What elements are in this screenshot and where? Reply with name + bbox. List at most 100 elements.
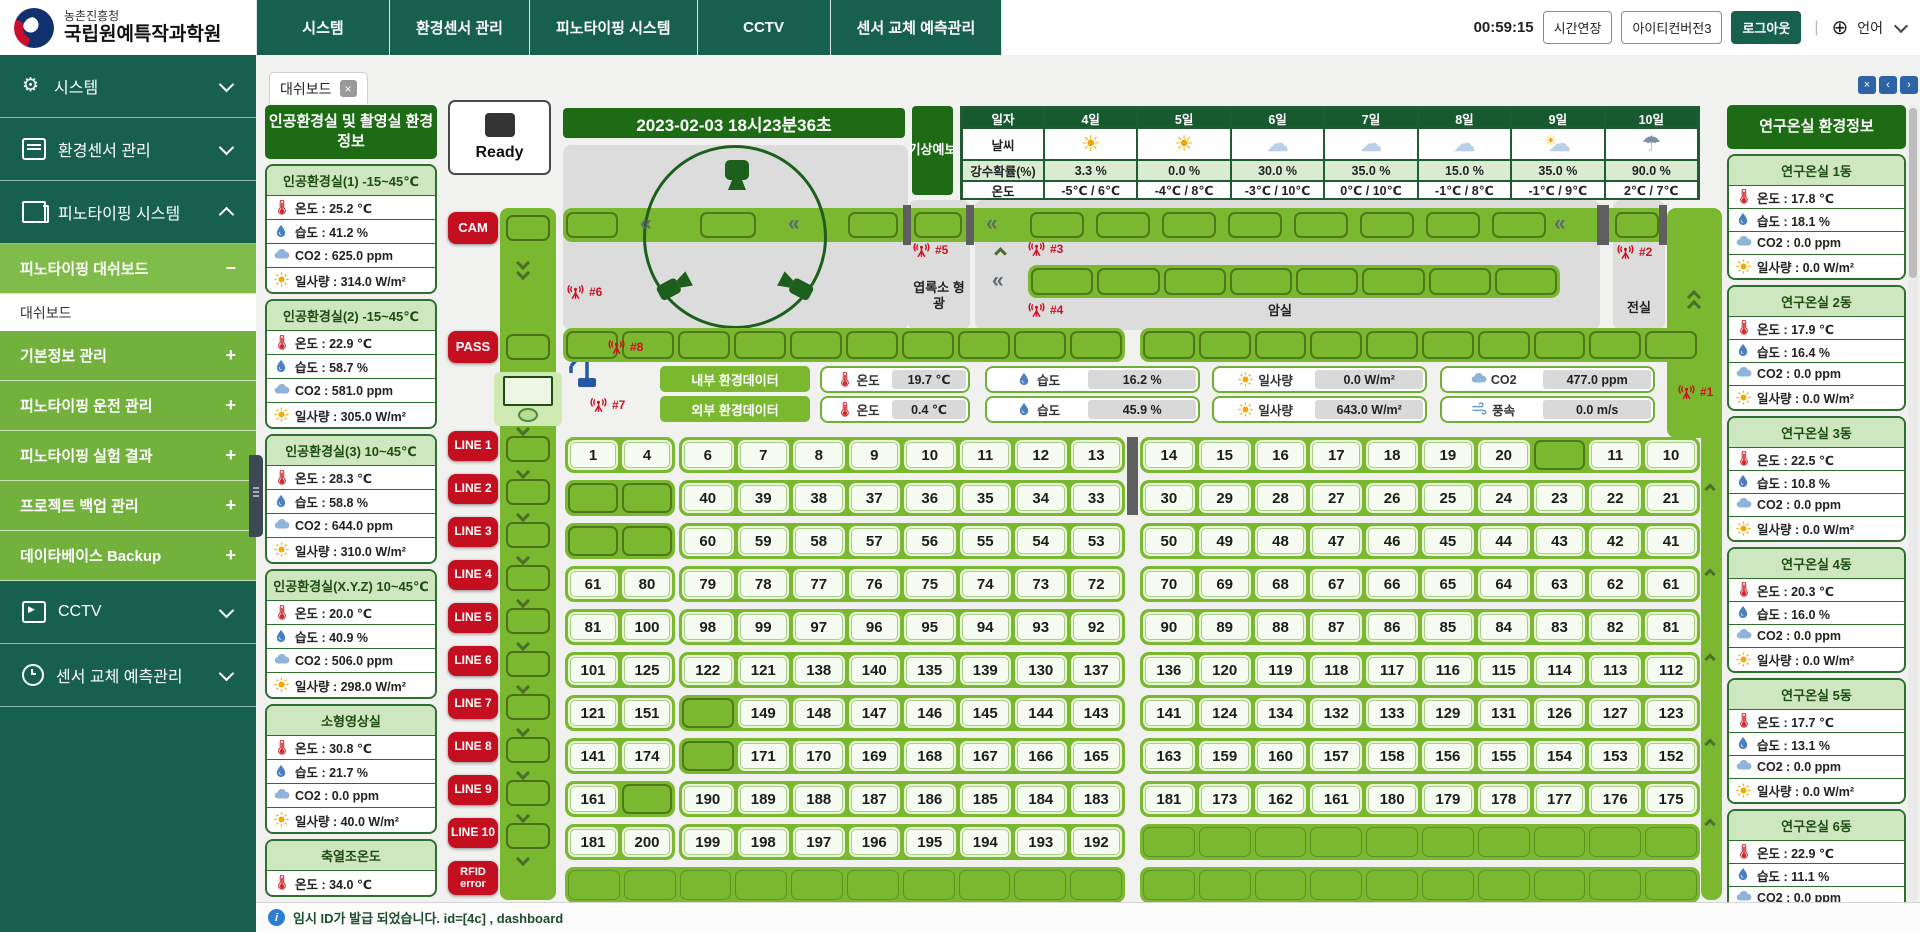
pot-cell[interactable]: 97 — [793, 612, 845, 642]
pot-cell[interactable]: 24 — [1478, 483, 1530, 513]
pot-cell[interactable]: 143 — [1071, 698, 1123, 728]
line-button-line-10[interactable]: LINE 10 — [448, 818, 498, 848]
pot-cell[interactable]: 186 — [904, 784, 956, 814]
pot-cell[interactable]: 21 — [1645, 483, 1697, 513]
sidebar-subitem-9[interactable]: 데이타베이스 Backup+ — [0, 531, 256, 581]
sidebar-subitem-5[interactable]: 기본정보 관리+ — [0, 331, 256, 381]
pot-cell[interactable]: 68 — [1255, 569, 1307, 599]
pot-cell[interactable]: 67 — [1310, 569, 1362, 599]
pot-cell[interactable]: 53 — [1071, 526, 1123, 556]
pot-cell[interactable]: 117 — [1366, 655, 1418, 685]
pot-cell[interactable]: 73 — [1015, 569, 1067, 599]
pot-cell[interactable]: 69 — [1199, 569, 1251, 599]
pot-cell[interactable]: 167 — [960, 741, 1012, 771]
pot-cell[interactable]: 58 — [793, 526, 845, 556]
sidebar-item-11[interactable]: 센서 교체 예측관리 — [0, 644, 256, 707]
pot-cell[interactable]: 28 — [1255, 483, 1307, 513]
line-button-line-3[interactable]: LINE 3 — [448, 517, 498, 547]
pot-cell[interactable]: 23 — [1534, 483, 1586, 513]
pot-cell[interactable]: 13 — [1071, 440, 1123, 470]
pot-cell[interactable]: 174 — [622, 741, 672, 771]
pot-cell[interactable]: 42 — [1589, 526, 1641, 556]
pot-cell[interactable]: 9 — [849, 440, 901, 470]
pot-cell[interactable]: 123 — [1645, 698, 1697, 728]
pot-cell[interactable]: 139 — [960, 655, 1012, 685]
pot-cell[interactable]: 87 — [1310, 612, 1362, 642]
pot-cell[interactable]: 15 — [1199, 440, 1251, 470]
pot-cell[interactable]: 60 — [682, 526, 734, 556]
account-button[interactable]: 아이티컨버전3 — [1621, 11, 1722, 44]
pot-cell[interactable]: 195 — [904, 827, 956, 857]
pot-cell[interactable]: 119 — [1255, 655, 1307, 685]
pot-cell[interactable]: 96 — [849, 612, 901, 642]
pot-cell[interactable]: 61 — [1645, 569, 1697, 599]
pot-cell[interactable]: 175 — [1645, 784, 1697, 814]
next-tab-icon[interactable]: › — [1900, 76, 1918, 94]
pot-cell[interactable]: 146 — [904, 698, 956, 728]
pot-cell[interactable]: 93 — [1015, 612, 1067, 642]
line-button-line-2[interactable]: LINE 2 — [448, 474, 498, 504]
line-button-line-4[interactable]: LINE 4 — [448, 560, 498, 590]
pot-cell[interactable]: 179 — [1422, 784, 1474, 814]
pot-cell[interactable]: 82 — [1589, 612, 1641, 642]
pot-cell[interactable]: 25 — [1422, 483, 1474, 513]
pot-cell[interactable]: 19 — [1422, 440, 1474, 470]
pot-cell[interactable]: 20 — [1478, 440, 1530, 470]
pot-cell[interactable]: 65 — [1422, 569, 1474, 599]
pot-cell[interactable]: 197 — [793, 827, 845, 857]
pot-cell[interactable]: 188 — [793, 784, 845, 814]
pot-cell[interactable]: 126 — [1534, 698, 1586, 728]
pot-cell[interactable]: 81 — [568, 612, 618, 642]
pot-cell[interactable]: 125 — [622, 655, 672, 685]
pot-cell[interactable]: 41 — [1645, 526, 1697, 556]
chevron-down-icon[interactable] — [1894, 19, 1908, 33]
pot-cell[interactable]: 95 — [904, 612, 956, 642]
pot-cell[interactable]: 134 — [1255, 698, 1307, 728]
line-button-line-6[interactable]: LINE 6 — [448, 646, 498, 676]
pot-cell[interactable]: 83 — [1534, 612, 1586, 642]
sidebar-subitem-8[interactable]: 프로젝트 백업 관리+ — [0, 481, 256, 531]
pot-cell[interactable]: 169 — [849, 741, 901, 771]
pot-cell[interactable]: 72 — [1071, 569, 1123, 599]
pot-cell[interactable]: 173 — [1199, 784, 1251, 814]
pot-cell[interactable]: 192 — [1071, 827, 1123, 857]
scrollbar-thumb[interactable] — [1909, 108, 1917, 278]
pot-cell[interactable]: 114 — [1534, 655, 1586, 685]
pot-cell[interactable]: 40 — [682, 483, 734, 513]
pot-cell[interactable]: 6 — [682, 440, 734, 470]
pot-cell[interactable]: 183 — [1071, 784, 1123, 814]
pot-cell[interactable]: 176 — [1589, 784, 1641, 814]
pot-cell[interactable]: 157 — [1310, 741, 1362, 771]
pot-cell[interactable]: 189 — [738, 784, 790, 814]
sidebar-item-10[interactable]: CCTV — [0, 581, 256, 644]
pot-cell[interactable]: 187 — [849, 784, 901, 814]
line-button-line-1[interactable]: LINE 1 — [448, 431, 498, 461]
pot-cell[interactable]: 7 — [738, 440, 790, 470]
pot-cell[interactable]: 161 — [1310, 784, 1362, 814]
pot-cell[interactable]: 56 — [904, 526, 956, 556]
pot-cell[interactable]: 112 — [1645, 655, 1697, 685]
pot-cell[interactable]: 141 — [568, 741, 618, 771]
pot-cell[interactable]: 151 — [622, 698, 672, 728]
pot-cell[interactable]: 61 — [568, 569, 618, 599]
pot-cell[interactable]: 136 — [1143, 655, 1195, 685]
pot-cell[interactable]: 78 — [738, 569, 790, 599]
pot-cell[interactable]: 45 — [1422, 526, 1474, 556]
pot-cell[interactable]: 101 — [568, 655, 618, 685]
pot-cell[interactable]: 122 — [682, 655, 734, 685]
pot-cell[interactable]: 50 — [1143, 526, 1195, 556]
sidebar-subitem-7[interactable]: 피노타이핑 실험 결과+ — [0, 431, 256, 481]
nav-item-5[interactable]: 센서 교체 예측관리 — [831, 0, 1003, 55]
sidebar-subitem-3[interactable]: 피노타이핑 대쉬보드− — [0, 244, 256, 294]
pot-cell[interactable]: 159 — [1199, 741, 1251, 771]
pot-cell[interactable]: 44 — [1478, 526, 1530, 556]
pot-cell[interactable]: 170 — [793, 741, 845, 771]
pot-cell[interactable]: 177 — [1534, 784, 1586, 814]
pot-cell[interactable]: 185 — [960, 784, 1012, 814]
pot-cell[interactable]: 80 — [622, 569, 672, 599]
nav-item-2[interactable]: 환경센서 관리 — [390, 0, 530, 55]
pot-cell[interactable]: 137 — [1071, 655, 1123, 685]
pot-cell[interactable]: 166 — [1015, 741, 1067, 771]
pot-cell[interactable]: 115 — [1478, 655, 1530, 685]
line-button-line-5[interactable]: LINE 5 — [448, 603, 498, 633]
